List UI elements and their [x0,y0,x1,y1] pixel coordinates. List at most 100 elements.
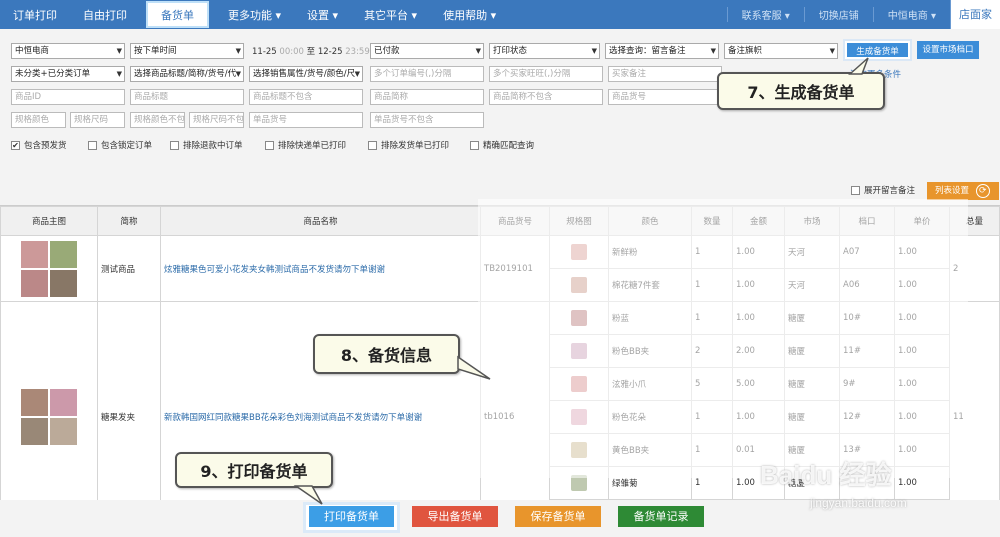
time-type-select[interactable]: 按下单时间 [130,43,244,59]
sku-amount: 1.00 [732,400,785,434]
attr-select[interactable]: 选择销售属性/货号/颜色/尺 [249,66,363,82]
stock-record-button[interactable]: 备货单记录 [618,506,704,527]
buyer-input[interactable]: 多个买家旺旺(,)分隔 [489,66,603,82]
table-row: 测试商品 炫雅糖果色可爱小花发夹女韩测试商品不发货请勿下单谢谢 TB2019101 新… [0,235,1000,302]
product-short-name: 测试商品 [97,235,161,302]
nav-right-item-2[interactable]: 中恒电商 ▾ [872,7,950,22]
col-header-6: 数量 [691,206,733,236]
sku-qty: 1 [691,268,733,302]
query-select[interactable]: 选择查询：留言备注 [605,43,719,59]
nav-item-1[interactable]: 自由打印 [70,0,140,29]
size-input[interactable]: 规格尺码 [70,112,125,128]
col-header-8: 市场 [784,206,840,236]
filter-check-3[interactable]: 排除快递单已打印 [265,139,346,151]
filter-check-5[interactable]: 精确匹配查询 [470,139,534,151]
checkbox[interactable]: ✔ [11,140,20,150]
nav-item-2[interactable]: 备货单 [146,1,209,28]
nav-item-0[interactable]: 订单打印 [0,0,70,29]
col-header-11: 总量 [949,206,1000,236]
filter-check-2[interactable]: 排除退款中订单 [170,139,243,151]
export-stock-button[interactable]: 导出备货单 [412,506,498,527]
date-range[interactable]: 11-25 00:00 至 12-25 23:59 [252,45,370,57]
pay-status-select[interactable]: 已付款 [370,43,484,59]
sku-market: 糖厦 [784,367,840,401]
nav-right-item-1[interactable]: 切换店铺 [803,7,873,22]
sku-thumbnail [571,376,587,392]
product-main-image [0,301,98,500]
product-code: TB2019101 [480,235,550,302]
sku-code-input[interactable]: 单品货号 [249,112,363,128]
code-input[interactable]: 商品货号 [608,89,722,105]
sku-price: 1.00 [894,400,950,434]
product-image-tile [50,240,77,268]
col-header-7: 金额 [732,206,785,236]
print-status-select[interactable]: 打印状态 [489,43,600,59]
checkbox[interactable] [368,140,377,150]
title-select[interactable]: 选择商品标题/简称/货号/代 [130,66,244,82]
sku-code-exclude-input[interactable]: 单品货号不包含 [370,112,484,128]
col-header-4: 规格图 [549,206,609,236]
sku-stall: A06 [839,268,895,302]
checkbox[interactable] [88,140,97,150]
title-exclude-input[interactable]: 商品标题不包含 [249,89,363,105]
baidu-watermark-logo: Baidu 经验 [760,460,892,490]
color-exclude-input[interactable]: 规格颜色不包含 [130,112,185,128]
nav-right-item-0[interactable]: 联系客服 ▾ [726,7,804,22]
sku-price: 1.00 [894,466,950,500]
size-exclude-input[interactable]: 规格尺码不包含 [189,112,244,128]
product-short-name: 糖果发夹 [97,301,161,500]
nav-right-item-3[interactable]: 店面家 [950,0,1000,29]
sku-market: 糖厦 [784,334,840,368]
sku-thumbnail [571,244,587,260]
nav-item-4[interactable]: 设置 ▾ [294,0,351,29]
goods-id-input[interactable]: 商品ID [11,89,125,105]
nav-item-6[interactable]: 使用帮助 ▾ [430,0,509,29]
sku-color: 新鲜粉 [608,235,692,269]
category-select[interactable]: 未分类+已分类订单 [11,66,125,82]
short-exclude-input[interactable]: 商品简称不包含 [489,89,603,105]
checkbox[interactable] [170,140,179,150]
order-no-input[interactable]: 多个订单编号(,)分隔 [370,66,484,82]
product-code: tb1016 [480,301,550,500]
filter-check-1[interactable]: 包含锁定订单 [88,139,152,151]
col-header-2: 商品名称 [160,206,481,236]
market-settings-button[interactable]: 设置市场档口 [917,41,979,59]
sku-market: 糖厦 [784,400,840,434]
sku-amount: 1.00 [732,301,785,335]
nav-item-5[interactable]: 其它平台 ▾ [351,0,430,29]
product-name-link[interactable]: 炫雅糖果色可爱小花发夹女韩测试商品不发货请勿下单谢谢 [160,235,481,302]
color-input[interactable]: 规格颜色 [11,112,66,128]
show-remark-toggle[interactable]: 展开留言备注 [851,184,915,196]
remark-flag-select[interactable]: 备注旗帜 [724,43,838,59]
sku-thumbnail [571,409,587,425]
sku-thumbnail [571,442,587,458]
callout-generate: 7、生成备货单 [717,72,885,110]
col-header-1: 简称 [97,206,161,236]
checkbox-label: 精确匹配查询 [483,141,535,151]
sku-thumbnail [571,343,587,359]
checkbox[interactable] [470,140,479,150]
filter-check-0[interactable]: ✔ 包含预发货 [11,139,67,151]
sku-price: 1.00 [894,268,950,302]
product-total: 11 [949,301,1000,500]
nav-item-3[interactable]: 更多功能 ▾ [215,0,294,29]
save-stock-button[interactable]: 保存备货单 [515,506,601,527]
seller-remark-input[interactable]: 买家备注 [608,66,722,82]
sku-qty: 1 [691,433,733,467]
sku-color: 绿雏菊 [608,466,692,500]
list-settings-button[interactable]: 列表设置 ⟳ [927,182,999,200]
shop-select[interactable]: 中恒电商 [11,43,125,59]
show-remark-checkbox[interactable] [851,185,860,195]
baidu-watermark-url: jingyan.baidu.com [810,496,907,510]
checkbox-label: 包含锁定订单 [101,141,153,151]
sku-color: 棉花糖7件套 [608,268,692,302]
gear-icon: ⟳ [975,184,990,198]
sku-thumbnail [571,310,587,326]
short-input[interactable]: 商品简称 [370,89,484,105]
title-input[interactable]: 商品标题 [130,89,244,105]
checkbox[interactable] [265,140,274,150]
filter-check-4[interactable]: 排除发货单已打印 [368,139,449,151]
sku-market: 糖厦 [784,301,840,335]
print-stock-button[interactable]: 打印备货单 [309,506,394,527]
sku-qty: 1 [691,235,733,269]
